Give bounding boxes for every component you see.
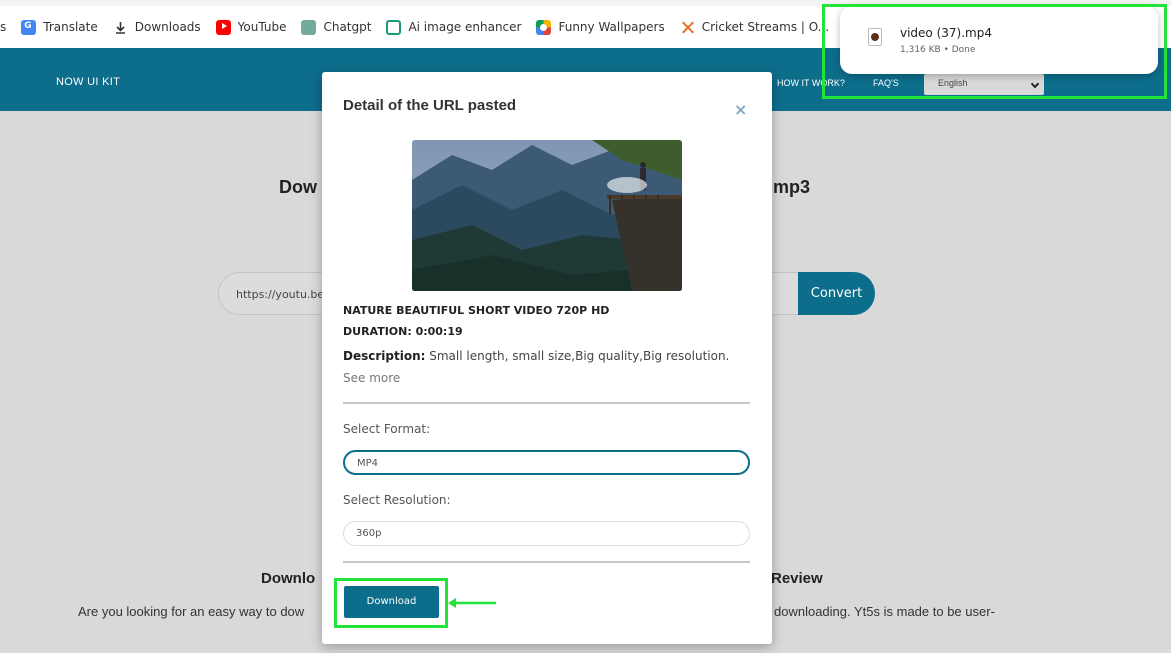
close-icon[interactable]: × (734, 100, 747, 119)
arrow-left-icon (448, 598, 496, 608)
highlight-download-button (334, 578, 448, 628)
youtube-icon (215, 19, 231, 35)
page-title-left: Dow (279, 177, 317, 197)
bookmark-label: Chatgpt (323, 20, 372, 34)
description-label: Description: (343, 349, 426, 363)
bookmark-funny-wallpapers[interactable]: Funny Wallpapers (536, 19, 665, 35)
section-paragraph-right: downloading. Yt5s is made to be user- (774, 604, 995, 619)
bookmark-chatgpt[interactable]: Chatgpt (301, 19, 372, 35)
download-icon (113, 20, 128, 35)
bookmark-downloads[interactable]: Downloads (113, 20, 201, 35)
format-select[interactable]: MP4 (343, 450, 750, 475)
bookmark-label: Cricket Streams | O... (701, 20, 830, 34)
section-heading-right: Review (771, 570, 823, 587)
google-translate-icon (21, 19, 37, 35)
bookmark-translate[interactable]: Translate (21, 19, 98, 35)
resolution-select[interactable]: 360p (343, 521, 750, 546)
bookmark-label: Ai image enhancer (408, 20, 522, 34)
bookmark-label: Translate (43, 20, 98, 34)
bookmark-label: Funny Wallpapers (558, 20, 665, 34)
description-text: Small length, small size,Big quality,Big… (425, 349, 730, 363)
bookmark-youtube[interactable]: YouTube (215, 19, 287, 35)
bookmark-cricket-streams[interactable]: Cricket Streams | O... (680, 20, 829, 35)
highlight-download-popup (822, 4, 1167, 99)
brand-logo[interactable]: NOW UI KIT (56, 76, 120, 88)
resolution-label: Select Resolution: (343, 493, 451, 507)
bookmark-label: Downloads (134, 20, 201, 34)
url-detail-modal: Detail of the URL pasted × NATURE BEAUTI (322, 72, 772, 644)
section-heading-left: Downlo (261, 570, 316, 587)
chatgpt-icon (301, 19, 317, 35)
convert-button[interactable]: Convert (798, 272, 875, 315)
funny-wallpapers-icon (536, 19, 552, 35)
divider (343, 561, 750, 563)
ai-enhancer-icon (386, 19, 402, 35)
modal-title: Detail of the URL pasted (343, 97, 517, 114)
bookmark-partial[interactable]: s (0, 20, 6, 34)
divider (343, 402, 750, 404)
bookmark-label: s (0, 20, 7, 34)
video-description: Description: Small length, small size,Bi… (343, 349, 729, 363)
page-title-right: mp3 (773, 177, 811, 197)
see-more-link[interactable]: See more (343, 371, 400, 385)
bookmark-ai-image-enhancer[interactable]: Ai image enhancer (386, 19, 522, 35)
format-label: Select Format: (343, 422, 431, 436)
bookmark-label: YouTube (237, 20, 287, 34)
section-paragraph-left: Are you looking for an easy way to dow (78, 604, 305, 619)
video-title: NATURE BEAUTIFUL SHORT VIDEO 720P HD (343, 304, 610, 317)
cricket-icon (680, 20, 695, 35)
video-thumbnail (412, 140, 682, 291)
video-duration: DURATION: 0:00:19 (343, 325, 463, 338)
